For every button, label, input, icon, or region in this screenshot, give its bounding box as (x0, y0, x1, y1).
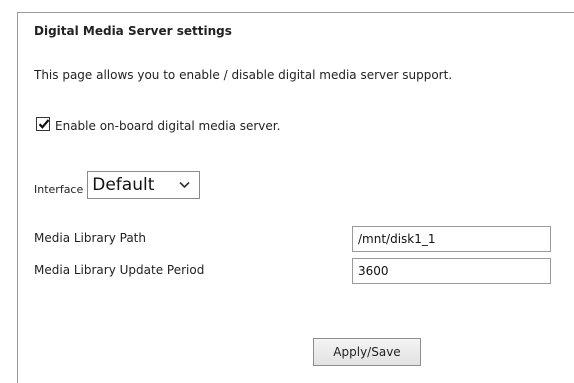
interface-selected-value: Default (92, 175, 155, 195)
interface-row: Interface Default (34, 171, 201, 199)
update-period-input[interactable]: 3600 (352, 258, 551, 284)
page-description: This page allows you to enable / disable… (34, 68, 453, 82)
apply-save-button[interactable]: Apply/Save (313, 338, 421, 366)
update-period-label: Media Library Update Period (34, 263, 205, 277)
enable-dms-checkbox[interactable] (36, 117, 50, 131)
library-path-label: Media Library Path (34, 231, 146, 245)
page-title: Digital Media Server settings (34, 24, 232, 38)
library-path-input[interactable]: /mnt/disk1_1 (352, 226, 551, 252)
enable-dms-label: Enable on-board digital media server. (55, 119, 281, 133)
chevron-down-icon (179, 181, 190, 189)
checkmark-icon (38, 119, 50, 129)
interface-select[interactable]: Default (87, 171, 201, 199)
interface-label: Interface (34, 182, 84, 196)
enable-dms-row: Enable on-board digital media server. (36, 117, 281, 133)
